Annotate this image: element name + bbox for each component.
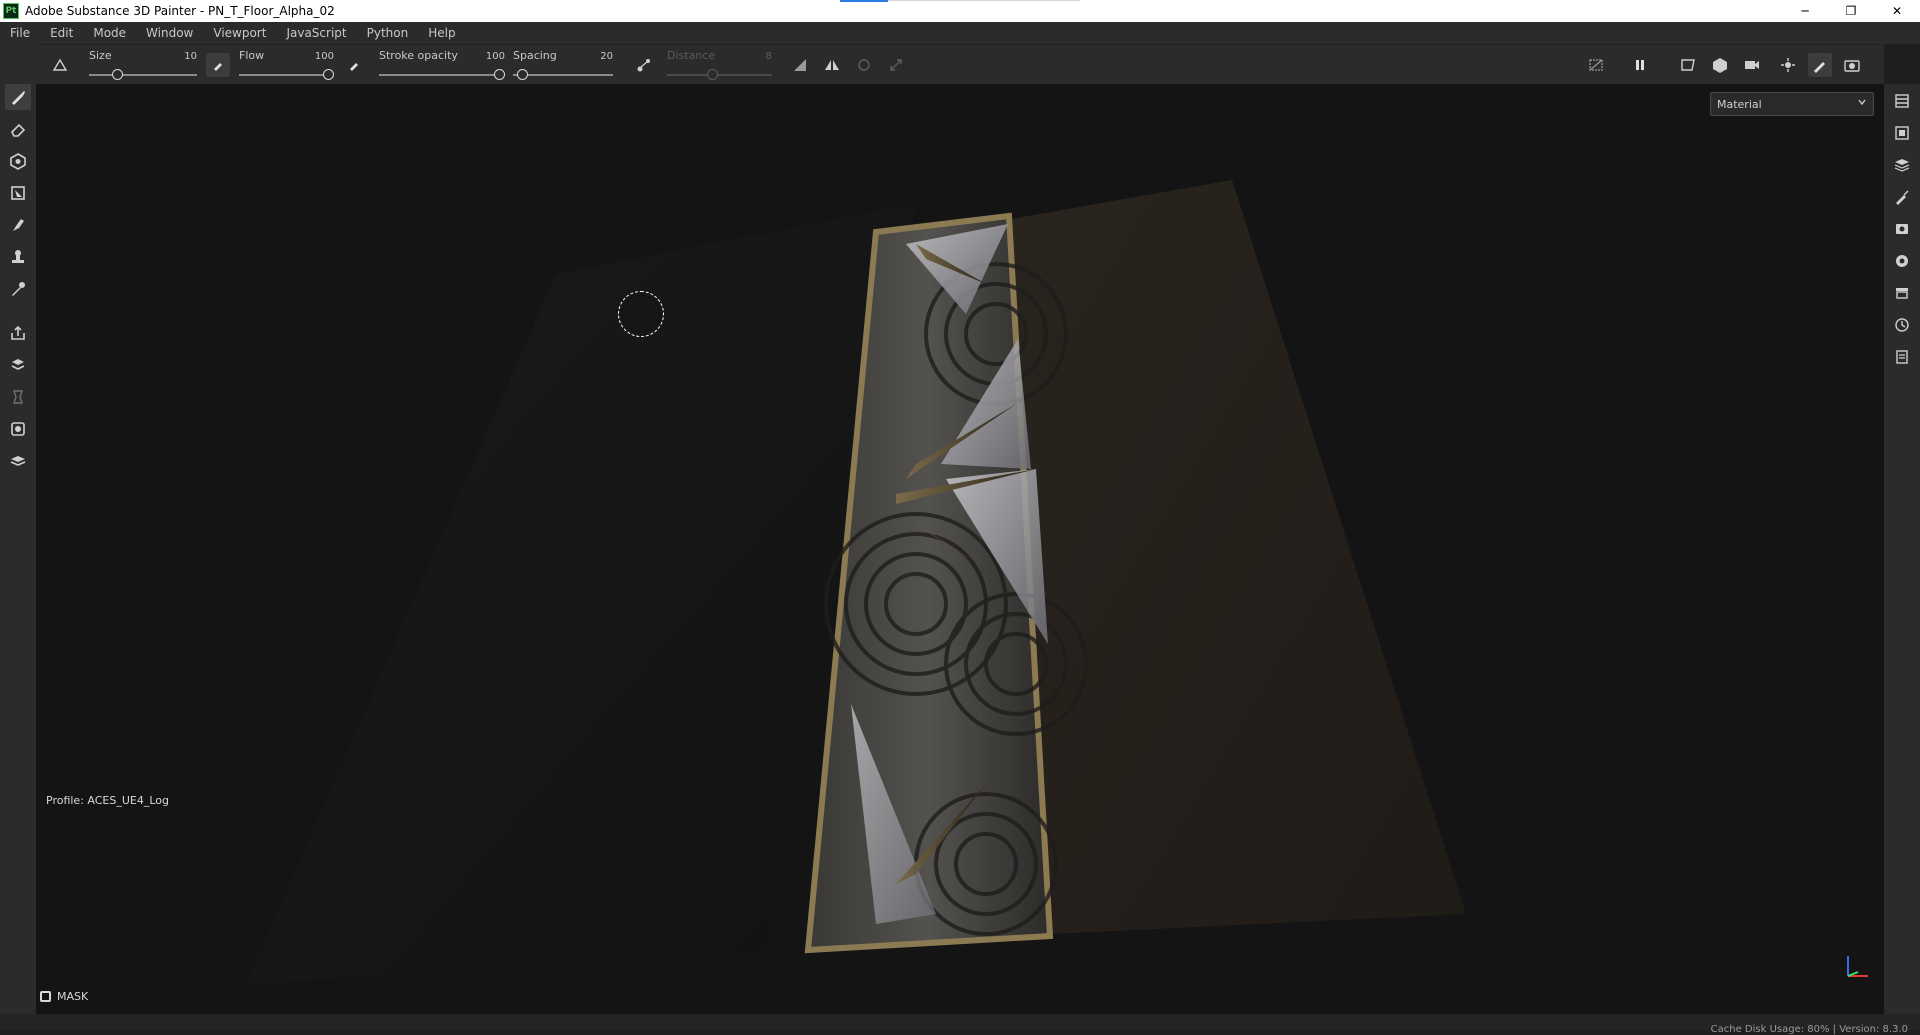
- paint-brush-icon[interactable]: [5, 84, 31, 110]
- close-button[interactable]: ✕: [1874, 0, 1920, 22]
- properties-icon[interactable]: [1889, 184, 1915, 210]
- flow-pressure-icon[interactable]: [342, 53, 366, 77]
- size-value[interactable]: 10: [184, 51, 197, 62]
- eraser-icon[interactable]: [5, 116, 31, 142]
- size-label: Size: [89, 49, 112, 62]
- layers-panel-icon[interactable]: [1889, 88, 1915, 114]
- minimize-button[interactable]: ─: [1782, 0, 1828, 22]
- viewport-mode-select[interactable]: Material: [1710, 92, 1874, 116]
- brush-cursor: [618, 291, 664, 337]
- environment-icon[interactable]: [1889, 248, 1915, 274]
- menu-help[interactable]: Help: [418, 26, 465, 40]
- flow-value[interactable]: 100: [315, 51, 334, 62]
- spacing-label: Spacing: [513, 49, 557, 62]
- distance-knob: [707, 69, 718, 80]
- restore-button[interactable]: ❐: [1828, 0, 1874, 22]
- right-panel-toolbar: [1884, 84, 1920, 1014]
- symmetry-settings-icon[interactable]: [852, 53, 876, 77]
- alignment-icon[interactable]: [788, 53, 812, 77]
- menu-file[interactable]: File: [0, 26, 40, 40]
- camera-mode-icon[interactable]: [1740, 53, 1764, 77]
- screenshot-icon[interactable]: [1840, 53, 1864, 77]
- tool-properties-bar: Size 10 Flow 100 Stroke opacity 100 Spac…: [36, 44, 1884, 84]
- mask-toggle[interactable]: MASK: [40, 990, 88, 1003]
- color-picker-icon[interactable]: [5, 276, 31, 302]
- distance-track: [667, 74, 772, 76]
- size-pressure-icon[interactable]: [206, 53, 230, 77]
- iray-render-icon[interactable]: [1776, 53, 1800, 77]
- stroke-opacity-value[interactable]: 100: [486, 51, 505, 62]
- clone-icon[interactable]: [5, 244, 31, 270]
- size-track: [89, 74, 197, 76]
- left-toolbar: [0, 44, 36, 1014]
- menu-edit[interactable]: Edit: [40, 26, 83, 40]
- history-icon[interactable]: [1889, 312, 1915, 338]
- stroke-opacity-label: Stroke opacity: [379, 49, 458, 62]
- export-icon[interactable]: [5, 320, 31, 346]
- spacing-track: [513, 74, 613, 76]
- axis-gizmo-icon: [1847, 956, 1868, 977]
- lazy-mouse-icon[interactable]: [632, 53, 656, 77]
- color-profile-label: Profile: ACES_UE4_Log: [46, 794, 169, 807]
- window-title: Adobe Substance 3D Painter - PN_T_Floor_…: [25, 4, 335, 18]
- spacing-slider[interactable]: Spacing 20: [513, 45, 613, 85]
- flow-slider[interactable]: Flow 100: [239, 45, 334, 85]
- viewport-canvas[interactable]: [36, 84, 1884, 1014]
- flow-knob[interactable]: [323, 69, 334, 80]
- texture-set-list-icon[interactable]: [1889, 120, 1915, 146]
- painting-mode-icon[interactable]: [1808, 53, 1832, 77]
- title-accent: [840, 0, 888, 2]
- menu-mode[interactable]: Mode: [83, 26, 136, 40]
- distance-label: Distance: [667, 49, 716, 62]
- floor-plane-right: [1011, 180, 1466, 934]
- title-bar: Pt Adobe Substance 3D Painter - PN_T_Flo…: [0, 0, 1920, 22]
- title-accent-line: [888, 0, 1080, 1]
- menu-bar: File Edit Mode Window Viewport JavaScrip…: [0, 22, 1920, 44]
- brush-preset-icon[interactable]: [48, 53, 72, 77]
- status-bar: Cache Disk Usage: 80% | Version: 8.3.0: [0, 1014, 1920, 1035]
- symmetry-icon[interactable]: [820, 53, 844, 77]
- menu-window[interactable]: Window: [136, 26, 203, 40]
- menu-javascript[interactable]: JavaScript: [276, 26, 356, 40]
- view-3d-icon[interactable]: [1708, 53, 1732, 77]
- pause-icon[interactable]: [1628, 53, 1652, 77]
- spacing-value[interactable]: 20: [600, 51, 613, 62]
- menu-python[interactable]: Python: [357, 26, 419, 40]
- stroke-opacity-slider[interactable]: Stroke opacity 100: [379, 45, 505, 85]
- mask-label: MASK: [57, 990, 89, 1003]
- transform-icon[interactable]: [884, 53, 908, 77]
- distance-slider: Distance 8: [667, 45, 772, 85]
- distance-value: 8: [765, 51, 772, 62]
- stroke-opacity-knob[interactable]: [494, 69, 505, 80]
- viewport-mode-value: Material: [1717, 97, 1762, 111]
- 3d-viewport[interactable]: Material Profile: ACES_UE4_Log MASK: [36, 84, 1884, 1014]
- log-icon[interactable]: [1889, 344, 1915, 370]
- projection-icon[interactable]: [5, 148, 31, 174]
- menu-viewport[interactable]: Viewport: [203, 26, 276, 40]
- geometry-mask-icon[interactable]: [5, 384, 31, 410]
- window-controls: ─ ❐ ✕: [1782, 0, 1920, 22]
- smudge-icon[interactable]: [5, 212, 31, 238]
- spacing-knob[interactable]: [517, 69, 528, 80]
- display-settings-icon[interactable]: [1889, 216, 1915, 242]
- stroke-opacity-track: [379, 74, 505, 76]
- shelf-icon[interactable]: [5, 448, 31, 474]
- flow-track: [239, 74, 334, 76]
- size-knob[interactable]: [112, 69, 123, 80]
- texture-set-icon[interactable]: [5, 416, 31, 442]
- shelf-panel-icon[interactable]: [1889, 280, 1915, 306]
- app-logo-icon: Pt: [3, 3, 19, 19]
- size-slider[interactable]: Size 10: [89, 45, 197, 85]
- bake-icon[interactable]: [5, 352, 31, 378]
- flow-label: Flow: [239, 49, 265, 62]
- mask-checkbox-icon: [40, 991, 51, 1002]
- polygon-fill-icon[interactable]: [5, 180, 31, 206]
- hide-ui-icon[interactable]: [1584, 53, 1608, 77]
- chevron-down-icon: [1857, 97, 1867, 110]
- layer-stack-icon[interactable]: [1889, 152, 1915, 178]
- view-2d-icon[interactable]: [1676, 53, 1700, 77]
